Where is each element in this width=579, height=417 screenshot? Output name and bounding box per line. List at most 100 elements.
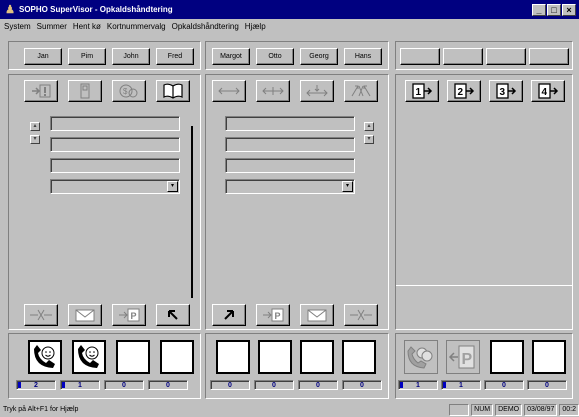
queue-3-icon: 3 — [496, 83, 517, 99]
counter-slot-4: 0 — [148, 380, 188, 390]
status-date: 03/08/97 — [524, 403, 558, 416]
call-slot-5[interactable] — [216, 340, 250, 374]
menu-summer[interactable]: Summer — [37, 22, 67, 31]
operator-button-jan[interactable]: Jan — [24, 48, 62, 65]
counter-slot-7: 0 — [298, 380, 338, 390]
left-spin-up[interactable]: ▴ — [30, 122, 40, 131]
counter-indicator — [62, 382, 65, 388]
counter-indicator — [400, 382, 403, 388]
left-info-field[interactable] — [50, 158, 180, 173]
queue-4-icon: 4 — [538, 83, 559, 99]
right-spin-down[interactable]: ▾ — [364, 135, 374, 144]
counter-slot-11: 0 — [484, 380, 524, 390]
waiting-callers-icon — [407, 346, 433, 369]
queue-4-number: 4 — [542, 87, 548, 98]
right-disconnect-button[interactable] — [344, 304, 378, 326]
menu-system[interactable]: System — [4, 22, 31, 31]
phone-book-button[interactable] — [68, 80, 102, 102]
counter-slot-2: 1 — [60, 380, 100, 390]
queue-2-number: 2 — [458, 87, 464, 98]
disconnect-both-button[interactable] — [344, 80, 378, 102]
blank-button-1[interactable] — [400, 48, 440, 65]
right-park-button[interactable]: P — [256, 304, 290, 326]
blank-button-3[interactable] — [486, 48, 526, 65]
alert-button[interactable] — [24, 80, 58, 102]
close-button[interactable]: × — [562, 3, 576, 16]
join-arrow-icon — [306, 85, 328, 97]
operator-button-margot[interactable]: Margot — [212, 48, 250, 65]
call-slot-12[interactable] — [532, 340, 566, 374]
counter-value: 2 — [34, 381, 38, 389]
right-info-field[interactable] — [225, 158, 355, 173]
queue-button-3[interactable]: 3 — [489, 80, 523, 102]
call-slot-1[interactable] — [28, 340, 62, 374]
right-pickup-button[interactable] — [212, 304, 246, 326]
call-slot-3[interactable] — [116, 340, 150, 374]
menu-help[interactable]: Hjælp — [245, 22, 266, 31]
cross-arrows-icon — [351, 85, 371, 97]
queue-button-1[interactable]: 1 — [405, 80, 439, 102]
call-slot-7[interactable] — [300, 340, 334, 374]
menu-hent-ko[interactable]: Hent kø — [73, 22, 101, 31]
queue-1-number: 1 — [416, 87, 422, 98]
counter-slot-1: 2 — [16, 380, 56, 390]
call-slot-8[interactable] — [342, 340, 376, 374]
maximize-button[interactable]: □ — [547, 3, 561, 16]
parked-calls-slot[interactable]: P — [446, 340, 480, 374]
operator-button-georg[interactable]: Georg — [300, 48, 338, 65]
arrow-up-right-icon — [224, 310, 234, 320]
directory-button[interactable] — [156, 80, 190, 102]
operator-button-hans[interactable]: Hans — [344, 48, 382, 65]
menu-bar: System Summer Hent kø Kortnummervalg Opk… — [0, 19, 579, 34]
queue-button-2[interactable]: 2 — [447, 80, 481, 102]
split-arrow-icon — [262, 87, 284, 95]
status-hint: Tryk på Alt+F1 for Hjælp — [3, 406, 79, 413]
split-button[interactable] — [256, 80, 290, 102]
title-bar: ♟ SOPHO SuperVisor - Opkaldshåndtering _… — [0, 0, 579, 19]
phone-icon — [80, 83, 90, 99]
counter-indicator — [443, 382, 446, 388]
operator-button-fred[interactable]: Fred — [156, 48, 194, 65]
right-combo-arrow-icon[interactable]: ▾ — [342, 181, 353, 192]
swap-button[interactable] — [212, 80, 246, 102]
left-spin-down[interactable]: ▾ — [30, 135, 40, 144]
blank-button-2[interactable] — [443, 48, 483, 65]
right-spin-up[interactable]: ▴ — [364, 122, 374, 131]
minimize-button[interactable]: _ — [532, 3, 546, 16]
cost-button[interactable]: $ — [112, 80, 146, 102]
app-icon: ♟ — [5, 4, 15, 16]
operator-button-john[interactable]: John — [112, 48, 150, 65]
counter-value: 0 — [360, 381, 364, 389]
counter-value: 1 — [416, 381, 420, 389]
menu-opkaldshandtering[interactable]: Opkaldshåndtering — [172, 22, 239, 31]
call-slot-2[interactable] — [72, 340, 106, 374]
right-number-field[interactable] — [225, 116, 355, 131]
window-title: SOPHO SuperVisor - Opkaldshåndtering — [19, 5, 173, 14]
left-pickup-button[interactable] — [156, 304, 190, 326]
operator-button-otto[interactable]: Otto — [256, 48, 294, 65]
call-slot-4[interactable] — [160, 340, 194, 374]
left-combo-arrow-icon[interactable]: ▾ — [167, 181, 178, 192]
left-number-field[interactable] — [50, 116, 180, 131]
join-button[interactable] — [300, 80, 334, 102]
blank-button-4[interactable] — [529, 48, 569, 65]
operator-button-pim[interactable]: Pim — [68, 48, 106, 65]
left-park-button[interactable]: P — [112, 304, 146, 326]
left-message-button[interactable] — [68, 304, 102, 326]
counter-slot-3: 0 — [104, 380, 144, 390]
left-name-field[interactable] — [50, 137, 180, 152]
call-slot-6[interactable] — [258, 340, 292, 374]
right-message-button[interactable] — [300, 304, 334, 326]
right-name-field[interactable] — [225, 137, 355, 152]
menu-kortnummervalg[interactable]: Kortnummervalg — [107, 22, 166, 31]
envelope-icon — [307, 309, 327, 322]
right-status-combo[interactable]: ▾ — [225, 179, 355, 194]
status-empty-cell — [449, 403, 470, 416]
counter-value: 0 — [545, 381, 549, 389]
left-disconnect-button[interactable] — [24, 304, 58, 326]
waiting-calls-slot[interactable] — [404, 340, 438, 374]
queue-button-4[interactable]: 4 — [531, 80, 565, 102]
left-status-combo[interactable]: ▾ — [50, 179, 180, 194]
double-arrow-icon — [218, 87, 240, 95]
call-slot-11[interactable] — [490, 340, 524, 374]
